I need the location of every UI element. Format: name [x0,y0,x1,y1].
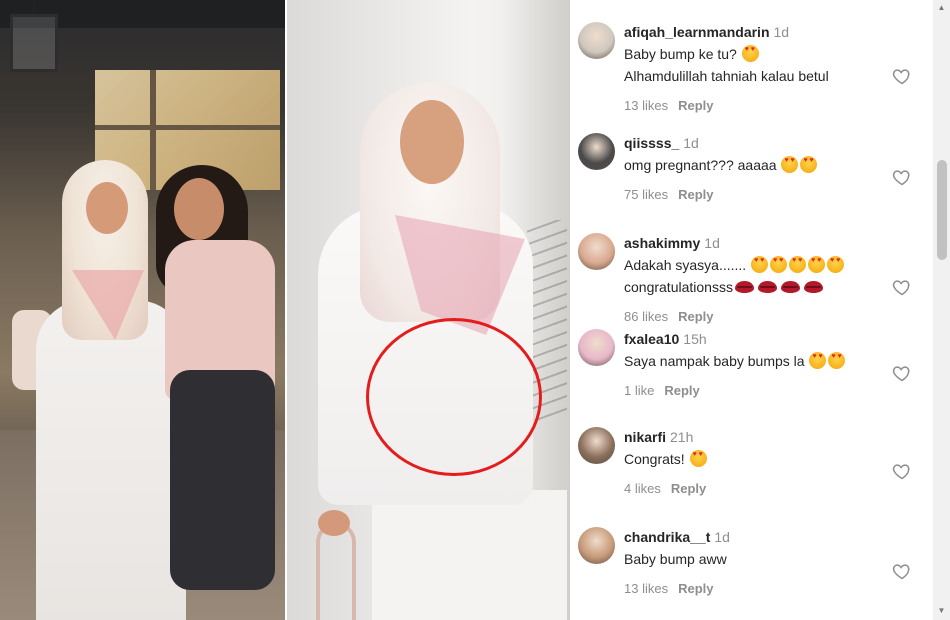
comment-text: Baby bump aww [624,549,727,570]
comment-text: congratulationsss [624,277,825,298]
comment-time: 21h [670,429,694,445]
likes-count[interactable]: 13 likes [624,581,668,596]
comment-time: 15h [683,331,707,347]
heart-eyes-emoji-icon [800,156,818,173]
comment-text-content: Saya nampak baby bumps la [624,353,809,369]
heart-eyes-emoji-icon [789,256,807,273]
comment-text-content: omg pregnant??? aaaaa [624,157,781,173]
heart-eyes-emoji-icon [741,45,759,62]
face [86,182,128,234]
comment-text-content: Adakah syasya....... [624,257,751,273]
scroll-up-arrow-icon[interactable]: ▲ [936,3,947,13]
comment-text: omg pregnant??? aaaaa [624,155,818,176]
heart-eyes-emoji-icon [770,256,788,273]
heart-eyes-emoji-icon [781,156,799,173]
comment-text-content: Baby bump ke tu? [624,46,741,62]
username-text[interactable]: nikarfi [624,429,666,445]
comment-username[interactable]: ashakimmy 1d [624,235,720,251]
comment-text: Saya nampak baby bumps la [624,351,846,372]
comment-text-content: Baby bump aww [624,551,727,567]
face [400,100,464,184]
bag-strap [316,522,356,620]
scrollbar-track[interactable] [933,0,950,620]
reply-button[interactable]: Reply [678,581,713,596]
kiss-lips-emoji-icon [780,281,800,293]
like-heart-icon[interactable] [892,363,912,383]
comment-text-content: Congrats! [624,451,689,467]
comment-meta: 13 likes Reply [624,98,713,113]
pendant-lamp [10,14,58,72]
kiss-lips-emoji-icon [803,281,823,293]
likes-count[interactable]: 86 likes [624,309,668,324]
comment-text-content: congratulationsss [624,279,733,295]
photo-cafe-friends [0,0,285,620]
heart-eyes-emoji-icon [828,352,846,369]
like-heart-icon[interactable] [892,277,912,297]
comments-panel: afiqah_learnmandarin1dBaby bump ke tu? A… [570,0,950,620]
comment-meta: 4 likes Reply [624,481,706,496]
heart-eyes-emoji-icon [808,256,826,273]
comment-text-content: Alhamdulillah tahniah kalau betul [624,68,829,84]
comment-username[interactable]: nikarfi 21h [624,429,693,445]
username-text[interactable]: fxalea10 [624,331,679,347]
dark-jeans [170,370,275,590]
like-heart-icon[interactable] [892,167,912,187]
face [174,178,224,240]
username-text[interactable]: chandrika__t [624,529,710,545]
scrollbar-thumb[interactable] [937,160,947,260]
heart-eyes-emoji-icon [689,450,707,467]
reply-button[interactable]: Reply [671,481,706,496]
avatar[interactable] [578,427,615,464]
comment-meta: 86 likes Reply [624,309,713,324]
username-text[interactable]: qiissss_ [624,135,679,151]
white-dress [36,300,186,620]
reply-button[interactable]: Reply [678,187,713,202]
comment-meta: 75 likes Reply [624,187,713,202]
kiss-lips-emoji-icon [757,281,777,293]
avatar[interactable] [578,329,615,366]
heart-eyes-emoji-icon [809,352,827,369]
heart-eyes-emoji-icon [827,256,845,273]
username-text[interactable]: ashakimmy [624,235,700,251]
comment-text: Adakah syasya....... [624,255,845,276]
avatar[interactable] [578,527,615,564]
likes-count[interactable]: 13 likes [624,98,668,113]
reply-button[interactable]: Reply [678,309,713,324]
comment-text: Alhamdulillah tahniah kalau betul [624,66,829,87]
username-text[interactable]: afiqah_learnmandarin [624,24,770,40]
white-skirt [372,490,567,620]
reply-button[interactable]: Reply [678,98,713,113]
hand [318,510,350,536]
likes-count[interactable]: 1 like [624,383,654,398]
kiss-lips-emoji-icon [734,281,754,293]
likes-count[interactable]: 75 likes [624,187,668,202]
comment-time: 1d [704,235,720,251]
scroll-down-arrow-icon[interactable]: ▼ [936,606,947,616]
comment-username[interactable]: fxalea10 15h [624,331,707,347]
comment-time: 1d [773,24,790,40]
comment-meta: 13 likes Reply [624,581,713,596]
comment-time: 1d [714,529,730,545]
comment-username[interactable]: qiissss_ 1d [624,135,699,151]
comment-text: Baby bump ke tu? [624,44,760,65]
like-heart-icon[interactable] [892,66,912,86]
comment-meta: 1 like Reply [624,383,700,398]
comment-text: Congrats! [624,449,708,470]
comment-username[interactable]: chandrika__t 1d [624,529,730,545]
baby-bump-highlight-circle [366,318,542,476]
comment-time: 1d [683,135,699,151]
like-heart-icon[interactable] [892,561,912,581]
comment-username[interactable]: afiqah_learnmandarin 1d [624,24,789,40]
avatar[interactable] [578,133,615,170]
likes-count[interactable]: 4 likes [624,481,661,496]
reply-button[interactable]: Reply [664,383,699,398]
like-heart-icon[interactable] [892,461,912,481]
heart-eyes-emoji-icon [751,256,769,273]
avatar[interactable] [578,233,615,270]
avatar[interactable] [578,22,615,59]
